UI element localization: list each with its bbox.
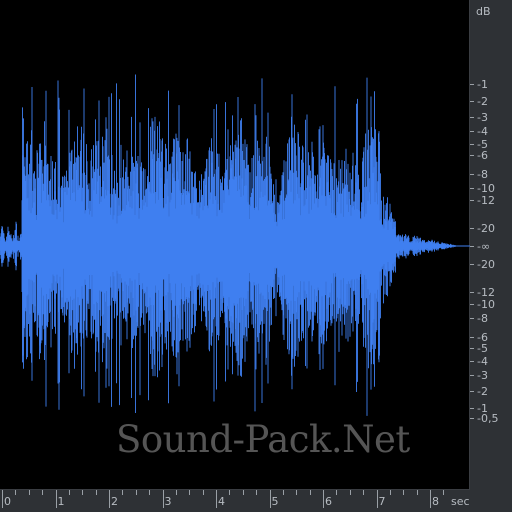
time-tick-label: 3: [164, 495, 172, 508]
time-minor-tick: [135, 490, 137, 495]
time-tick-label: 0: [4, 495, 11, 508]
db-tick: [470, 246, 474, 247]
db-tick: [470, 337, 474, 339]
db-tick-label: -20: [477, 258, 495, 272]
time-tick-label: 1: [57, 495, 65, 508]
time-tick: [323, 490, 324, 508]
time-tick-label: 5: [271, 495, 279, 508]
time-minor-tick: [149, 490, 151, 495]
db-tick: [470, 390, 474, 392]
db-tick-label: -8: [477, 312, 488, 326]
db-tick-label: -∞: [477, 240, 491, 253]
waveform-view[interactable]: [0, 0, 470, 490]
db-tick: [470, 154, 474, 156]
db-tick: [470, 318, 474, 320]
db-tick: [470, 348, 474, 350]
time-tick: [109, 490, 110, 508]
db-tick: [470, 417, 474, 419]
time-minor-tick: [15, 490, 17, 495]
time-tick-label: 6: [325, 495, 332, 508]
db-tick: [470, 83, 474, 85]
time-minor-tick: [122, 490, 124, 495]
time-minor-tick: [28, 490, 30, 495]
time-minor-tick: [296, 490, 298, 495]
db-tick-label: -6: [477, 148, 488, 162]
time-tick-label: 2: [111, 495, 118, 508]
db-tick-label: -4: [477, 354, 488, 368]
waveform-graph: [0, 74, 470, 416]
db-tick: [470, 117, 474, 119]
db-tick: [470, 227, 474, 229]
time-tick: [216, 490, 217, 508]
db-tick-label: -0,5: [477, 411, 499, 425]
time-tick: [55, 490, 57, 508]
time-tick: [430, 490, 431, 508]
time-minor-tick: [336, 490, 338, 495]
time-minor-tick: [403, 490, 405, 495]
time-minor-tick: [242, 490, 244, 495]
time-tick: [162, 490, 164, 508]
db-tick-label: -8: [477, 167, 488, 181]
time-minor-tick: [189, 490, 191, 495]
db-tick-label: -2: [477, 95, 488, 109]
time-minor-tick: [443, 490, 445, 495]
watermark: Sound-Pack.Net: [116, 418, 410, 461]
time-minor-tick: [95, 490, 97, 495]
db-unit-label: dB: [476, 5, 491, 18]
time-unit-label: sec: [451, 495, 470, 508]
db-tick-label: -12: [477, 285, 495, 299]
db-tick-label: -20: [477, 221, 495, 235]
time-minor-tick: [42, 490, 44, 495]
db-tick: [470, 188, 474, 190]
db-tick-label: -2: [477, 384, 488, 398]
waveform-trace: [0, 74, 460, 416]
db-tick-label: -10: [477, 182, 495, 196]
db-tick: [470, 200, 474, 202]
db-tick-label: -5: [477, 342, 488, 356]
db-tick-label: -12: [477, 194, 495, 208]
time-minor-tick: [68, 490, 70, 495]
db-tick: [470, 173, 474, 175]
db-tick: [470, 291, 474, 293]
time-tick-label: 7: [378, 495, 386, 508]
db-tick: [470, 360, 474, 362]
db-tick-label: -4: [477, 125, 488, 139]
db-tick: [470, 264, 474, 266]
time-tick: [269, 490, 271, 508]
time-minor-tick: [416, 490, 418, 495]
time-tick-label: 8: [432, 495, 439, 508]
db-tick: [470, 303, 474, 305]
time-minor-tick: [389, 490, 391, 495]
time-minor-tick: [349, 490, 351, 495]
time-minor-tick: [202, 490, 204, 495]
time-minor-tick: [363, 490, 365, 495]
time-minor-tick: [256, 490, 258, 495]
time-tick: [2, 490, 3, 508]
db-tick-label: -3: [477, 111, 488, 125]
time-minor-tick: [282, 490, 284, 495]
db-tick: [470, 408, 474, 410]
time-minor-tick: [82, 490, 84, 495]
db-tick: [470, 143, 474, 145]
time-tick-label: 4: [218, 495, 225, 508]
time-ruler: sec 0 1 2 3 4 5 6 7 8: [0, 490, 512, 512]
time-tick: [376, 490, 378, 508]
db-tick-label: -3: [477, 368, 488, 382]
time-minor-tick: [175, 490, 177, 495]
db-ruler: dB -1 -2 -3 -4 -5 -6 -8 -10 -12 -20 -∞ -20 -12 -10 -8-…: [470, 0, 512, 490]
db-tick: [470, 374, 474, 376]
time-minor-tick: [309, 490, 311, 495]
db-tick-label: -10: [477, 297, 495, 311]
db-tick-label: -1: [477, 77, 488, 91]
db-tick: [470, 131, 474, 133]
db-tick: [470, 101, 474, 103]
time-minor-tick: [229, 490, 231, 495]
